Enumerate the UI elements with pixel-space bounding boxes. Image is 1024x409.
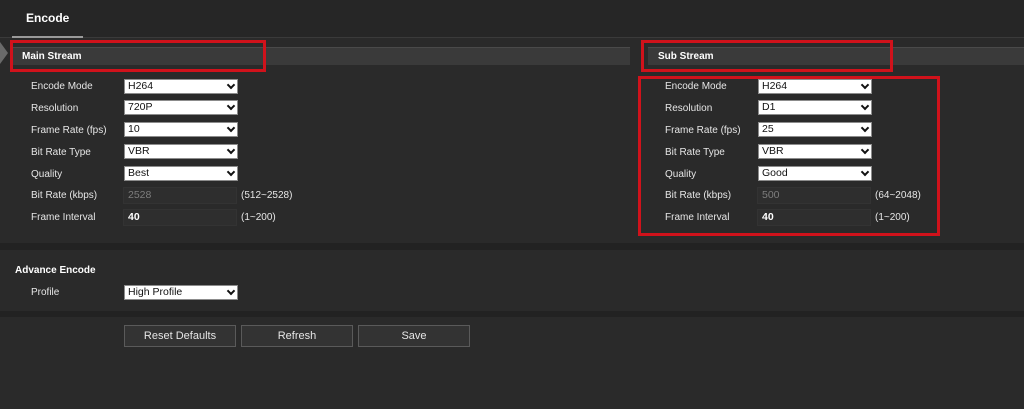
main-resolution-value: 720P bbox=[128, 101, 153, 113]
main-frame-rate-value: 10 bbox=[128, 123, 140, 135]
advance-encode-title: Advance Encode bbox=[15, 265, 96, 276]
chevron-down-icon bbox=[860, 101, 870, 111]
sub-bit-rate-range: (64~2048) bbox=[875, 190, 921, 201]
profile-select[interactable]: High Profile bbox=[124, 285, 238, 300]
sub-encode-mode-value: H264 bbox=[762, 80, 788, 92]
chevron-down-icon bbox=[860, 80, 870, 90]
chevron-down-icon bbox=[226, 286, 236, 296]
chevron-down-icon bbox=[226, 167, 236, 177]
chevron-down-icon bbox=[860, 123, 870, 133]
profile-label: Profile bbox=[31, 287, 60, 298]
reset-defaults-button[interactable]: Reset Defaults bbox=[124, 325, 236, 347]
sub-quality-label: Quality bbox=[665, 169, 697, 180]
sub-bit-rate-type-value: VBR bbox=[762, 145, 784, 157]
main-resolution-select[interactable]: 720P bbox=[124, 100, 238, 115]
top-tab-bar: Encode bbox=[0, 0, 1024, 38]
chevron-down-icon bbox=[226, 145, 236, 155]
main-stream-highlight bbox=[10, 40, 266, 72]
chevron-down-icon bbox=[860, 145, 870, 155]
main-bit-rate-type-value: VBR bbox=[128, 145, 150, 157]
sub-encode-mode-select[interactable]: H264 bbox=[758, 79, 872, 94]
main-bit-rate-input[interactable]: 2528 bbox=[123, 187, 237, 204]
sub-bit-rate-input[interactable]: 500 bbox=[757, 187, 871, 204]
sub-frame-rate-value: 25 bbox=[762, 123, 774, 135]
sub-quality-select[interactable]: Good bbox=[758, 166, 872, 181]
main-frame-interval-label: Frame Interval bbox=[31, 212, 96, 223]
sub-resolution-select[interactable]: D1 bbox=[758, 100, 872, 115]
sub-frame-rate-label: Frame Rate (fps) bbox=[665, 125, 741, 136]
main-frame-rate-select[interactable]: 10 bbox=[124, 122, 238, 137]
sub-frame-interval-input[interactable]: 40 bbox=[757, 209, 871, 226]
save-button[interactable]: Save bbox=[358, 325, 470, 347]
sub-bit-rate-type-select[interactable]: VBR bbox=[758, 144, 872, 159]
sub-bit-rate-type-label: Bit Rate Type bbox=[665, 147, 725, 158]
sub-frame-rate-select[interactable]: 25 bbox=[758, 122, 872, 137]
main-quality-select[interactable]: Best bbox=[124, 166, 238, 181]
main-resolution-label: Resolution bbox=[31, 103, 79, 114]
sub-encode-mode-label: Encode Mode bbox=[665, 81, 727, 92]
main-bit-rate-type-label: Bit Rate Type bbox=[31, 147, 91, 158]
main-encode-mode-label: Encode Mode bbox=[31, 81, 93, 92]
chevron-down-icon bbox=[226, 123, 236, 133]
main-bit-rate-range: (512~2528) bbox=[241, 190, 293, 201]
sub-frame-interval-label: Frame Interval bbox=[665, 212, 730, 223]
profile-value: High Profile bbox=[128, 286, 183, 298]
main-quality-label: Quality bbox=[31, 169, 63, 180]
sub-resolution-label: Resolution bbox=[665, 103, 713, 114]
sub-quality-value: Good bbox=[762, 167, 788, 179]
section-marker-icon bbox=[0, 42, 8, 64]
section-divider bbox=[0, 243, 1024, 250]
sub-frame-interval-range: (1~200) bbox=[875, 212, 910, 223]
sub-resolution-value: D1 bbox=[762, 101, 776, 113]
main-quality-value: Best bbox=[128, 167, 150, 179]
main-frame-rate-label: Frame Rate (fps) bbox=[31, 125, 107, 136]
main-bit-rate-type-select[interactable]: VBR bbox=[124, 144, 238, 159]
main-frame-interval-input[interactable]: 40 bbox=[123, 209, 237, 226]
buttons-divider bbox=[0, 311, 1024, 317]
main-bit-rate-label: Bit Rate (kbps) bbox=[31, 190, 98, 201]
refresh-button[interactable]: Refresh bbox=[241, 325, 353, 347]
chevron-down-icon bbox=[226, 80, 236, 90]
sub-stream-title-highlight bbox=[641, 40, 893, 72]
main-encode-mode-value: H264 bbox=[128, 80, 154, 92]
main-encode-mode-select[interactable]: H264 bbox=[124, 79, 238, 94]
main-frame-interval-range: (1~200) bbox=[241, 212, 276, 223]
sub-bit-rate-label: Bit Rate (kbps) bbox=[665, 190, 732, 201]
chevron-down-icon bbox=[226, 101, 236, 111]
tab-encode[interactable]: Encode bbox=[12, 0, 84, 38]
chevron-down-icon bbox=[860, 167, 870, 177]
